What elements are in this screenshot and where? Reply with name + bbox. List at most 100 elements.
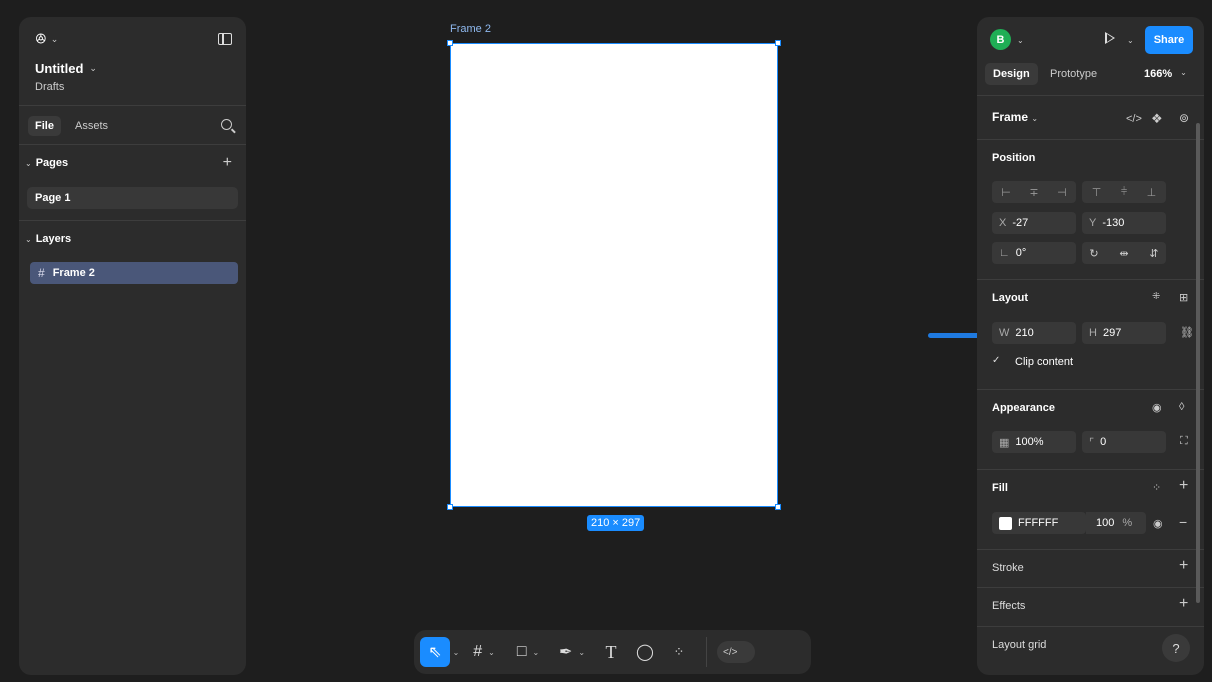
fill-opacity-field[interactable]: 100% [1086, 512, 1146, 534]
dev-mode-toggle[interactable]: </> [717, 641, 755, 663]
mask-icon[interactable]: ⊚ [1179, 111, 1189, 125]
resize-handle-bottom-right[interactable] [775, 504, 781, 510]
divider [977, 139, 1204, 140]
collapse-icon[interactable]: ⁜ [1152, 291, 1160, 302]
add-effect-plus-icon[interactable]: + [1179, 595, 1188, 613]
align-center-horizontal-icon[interactable]: ∓ [1029, 186, 1038, 199]
actions-tool-button[interactable]: ⁘ [662, 637, 696, 667]
add-fill-plus-icon[interactable]: + [1179, 477, 1188, 495]
text-tool-button[interactable]: T [594, 637, 628, 667]
right-panel: B ⌄ ⌄ Share Design Prototype 166% ⌄ Frame… [977, 17, 1204, 675]
divider [977, 587, 1204, 588]
chevron-down-icon[interactable]: ⌄ [1127, 36, 1134, 45]
auto-layout-icon[interactable]: ⊞ [1179, 291, 1188, 304]
corner-radius-field[interactable]: ⌜ 0 [1082, 431, 1166, 453]
scrollbar[interactable] [1196, 123, 1200, 603]
y-position-field[interactable]: Y -130 [1082, 212, 1166, 234]
frame-tool-button[interactable]: # ⌄ [462, 637, 506, 667]
help-button[interactable]: ? [1162, 634, 1190, 662]
chevron-down-icon[interactable]: ⌄ [1017, 36, 1024, 45]
zoom-value: 166% [1144, 68, 1173, 80]
avatar[interactable]: B [990, 29, 1011, 50]
rotation-field[interactable]: ∟ 0° [992, 242, 1076, 264]
percent-unit: % [1122, 517, 1133, 529]
frame-label[interactable]: Frame 2 [450, 23, 491, 35]
sidebar-toggle-icon[interactable] [218, 33, 232, 45]
eye-icon[interactable]: ◉ [1152, 401, 1162, 414]
layers-label: Layers [35, 233, 72, 245]
layer-item-frame[interactable]: # Frame 2 [30, 262, 238, 284]
width-field[interactable]: W 210 [992, 322, 1076, 344]
left-panel: ꔮ ⌄ Untitled ⌄ Drafts File Assets ⌄ Pages +… [19, 17, 246, 675]
divider [977, 279, 1204, 280]
pages-section-header[interactable]: ⌄ Pages [25, 157, 68, 169]
component-icon[interactable]: ❖ [1151, 111, 1163, 127]
constrain-proportions-icon[interactable]: ⛓ [1180, 326, 1194, 339]
resize-handle-top-left[interactable] [447, 40, 453, 46]
clip-content-checkbox[interactable]: ✓ [992, 355, 1006, 369]
file-title[interactable]: Untitled ⌄ [35, 61, 97, 76]
flip-horizontal-icon[interactable]: ⇹ [1119, 247, 1128, 260]
pen-tool-button[interactable]: ✒ ⌄ [550, 637, 594, 667]
toolbar-divider [706, 637, 707, 667]
search-icon[interactable] [221, 119, 232, 130]
shape-tool-button[interactable]: □ ⌄ [506, 637, 550, 667]
horizontal-align-group: ⊢ ∓ ⊣ [992, 181, 1076, 203]
selection-type-dropdown[interactable]: Frame ⌄ [992, 110, 1038, 124]
text-t-icon: T [605, 641, 617, 662]
layout-label: Layout [992, 292, 1029, 304]
angle-icon: ∟ [999, 247, 1010, 259]
styles-grid-icon[interactable]: ⁘ [1152, 481, 1161, 494]
align-left-icon[interactable]: ⊢ [1001, 186, 1011, 199]
blend-mode-drop-icon[interactable]: ◊ [1179, 401, 1184, 413]
eye-icon[interactable]: ◉ [1153, 517, 1163, 530]
height-field[interactable]: H 297 [1082, 322, 1166, 344]
tab-file[interactable]: File [28, 116, 61, 136]
move-tool-chevron[interactable]: ⌄ [450, 637, 462, 667]
code-icon[interactable]: </> [1126, 113, 1142, 125]
actions-grid-icon: ⁘ [673, 644, 685, 659]
flip-vertical-icon[interactable]: ⇵ [1149, 247, 1158, 260]
fill-opacity-value: 100 [1096, 517, 1115, 529]
layers-section-header[interactable]: ⌄ Layers [25, 233, 71, 245]
align-right-icon[interactable]: ⊣ [1057, 186, 1067, 199]
tab-design[interactable]: Design [985, 63, 1038, 85]
align-middle-icon[interactable]: ⫩ [1121, 186, 1127, 199]
opacity-field[interactable]: ▦ 100% [992, 431, 1076, 453]
main-menu-button[interactable]: ꔮ ⌄ [35, 31, 58, 48]
share-button[interactable]: Share [1145, 26, 1193, 54]
zoom-dropdown[interactable]: 166% ⌄ [1144, 68, 1187, 80]
bottom-toolbar: ⇖ ⌄ # ⌄ □ ⌄ ✒ ⌄ T ◯ ⁘ </> [414, 630, 811, 674]
fill-hex-value: FFFFFF [1018, 517, 1059, 529]
x-position-field[interactable]: X -27 [992, 212, 1076, 234]
rotate-icon[interactable]: ↻ [1089, 247, 1098, 260]
fill-color-swatch[interactable] [999, 516, 1012, 530]
pen-icon: ✒ [558, 644, 573, 661]
independent-corners-icon[interactable]: ⛶ [1180, 435, 1188, 448]
tab-assets[interactable]: Assets [75, 120, 108, 132]
remove-fill-minus-icon[interactable]: − [1179, 514, 1187, 530]
check-icon: ✓ [992, 355, 1001, 366]
selected-frame[interactable] [447, 40, 781, 510]
align-bottom-icon[interactable]: ⊥ [1147, 186, 1157, 199]
move-tool-button[interactable]: ⇖ [420, 637, 450, 667]
layout-grid-label: Layout grid [992, 639, 1047, 651]
resize-handle-top-right[interactable] [775, 40, 781, 46]
align-top-icon[interactable]: ⊤ [1092, 186, 1102, 199]
divider [977, 469, 1204, 470]
comment-tool-button[interactable]: ◯ [628, 637, 662, 667]
y-value: -130 [1102, 217, 1125, 229]
present-play-icon[interactable] [1105, 32, 1115, 44]
vertical-align-group: ⊤ ⫩ ⊥ [1082, 181, 1166, 203]
tab-prototype[interactable]: Prototype [1050, 68, 1097, 80]
layer-name: Frame 2 [52, 267, 95, 279]
selection-type: Frame [992, 110, 1029, 124]
resize-handle-bottom-left[interactable] [447, 504, 453, 510]
add-page-plus-icon[interactable]: + [223, 155, 232, 171]
page-item[interactable]: Page 1 [27, 187, 238, 209]
fill-label: Fill [992, 482, 1008, 494]
effects-label: Effects [992, 600, 1026, 612]
add-stroke-plus-icon[interactable]: + [1179, 557, 1188, 575]
fill-color-field[interactable]: FFFFFF [992, 512, 1086, 534]
chevron-down-icon: ⌄ [488, 647, 495, 657]
